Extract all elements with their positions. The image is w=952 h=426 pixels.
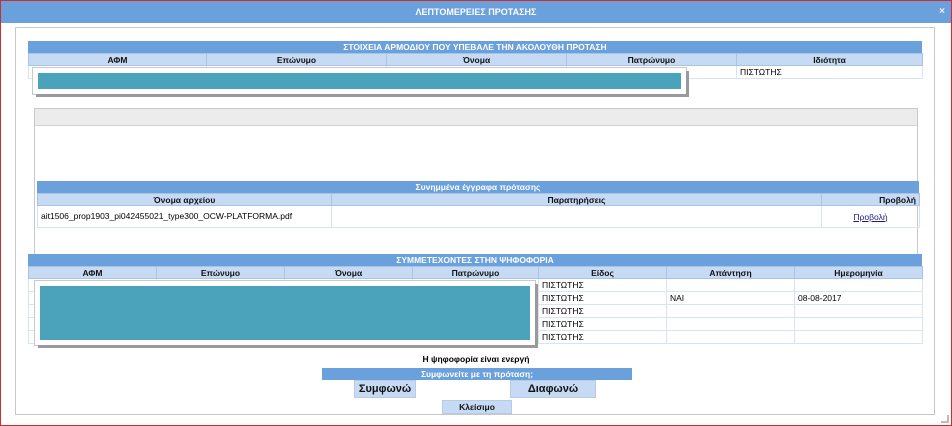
column-header-surname: Επώνυμο	[156, 266, 285, 279]
dialog-title: ΛΕΠΤΟΜΕΡΕΙΕΣ ΠΡΟΤΑΣΗΣ	[415, 7, 537, 17]
voter-type: ΠΙΣΤΩΤΗΣ	[538, 291, 667, 305]
column-header-answer: Απάντηση	[666, 266, 795, 279]
voter-answer	[666, 317, 795, 331]
column-header-afm: ΑΦΜ	[28, 53, 207, 66]
column-header-father-name: Πατρώνυμο	[566, 53, 737, 66]
column-header-father-name: Πατρώνυμο	[412, 266, 539, 279]
redacted-submitter-overlay	[33, 68, 686, 94]
column-header-filename: Όνομα αρχείου	[37, 193, 332, 206]
submitter-role-cell: ΠΙΣΤΩΤΗΣ	[736, 65, 923, 79]
resize-grip-icon[interactable]	[941, 415, 949, 423]
column-header-type: Είδος	[538, 266, 667, 279]
voter-type: ΠΙΣΤΩΤΗΣ	[538, 278, 667, 292]
redacted-voters-overlay	[35, 281, 535, 345]
column-header-name: Όνομα	[386, 53, 567, 66]
column-header-name: Όνομα	[284, 266, 413, 279]
voting-status-text: Η ψηφοφορία είναι ενεργή	[422, 354, 530, 364]
column-header-date: Ημερομηνία	[794, 266, 923, 279]
view-attachment-link[interactable]: Προβολή	[853, 212, 887, 222]
column-header-view: Προβολή	[821, 193, 920, 206]
attachment-notes	[331, 205, 822, 228]
attachments-table: Όνομα αρχείου Παρατηρήσεις Προβολή ait15…	[37, 193, 920, 228]
voters-header-row: ΑΦΜ Επώνυμο Όνομα Πατρώνυμο Είδος Απάντη…	[28, 266, 923, 279]
voter-answer	[666, 304, 795, 318]
dialog-titlebar: ΛΕΠΤΟΜΕΡΕΙΕΣ ΠΡΟΤΑΣΗΣ ×	[1, 1, 951, 23]
voter-answer: ΝΑΙ	[666, 291, 795, 305]
column-header-role: Ιδιότητα	[736, 53, 923, 66]
column-header-notes: Παρατηρήσεις	[331, 193, 822, 206]
proposal-details-dialog: ΛΕΠΤΟΜΕΡΕΙΕΣ ΠΡΟΤΑΣΗΣ × ΣΤΟΙΧΕΙΑ ΑΡΜΟΔΙΟ…	[0, 0, 952, 426]
voters-section-header: ΣΥΜΜΕΤΕΧΟΝΤΕΣ ΣΤΗΝ ΨΗΦΟΦΟΡΙΑ	[28, 254, 922, 266]
submitter-section-header: ΣΤΟΙΧΕΙΑ ΑΡΜΟΔΙΟΥ ΠΟΥ ΥΠΕΒΑΛΕ ΤΗΝ ΑΚΟΛΟΥ…	[28, 41, 922, 53]
voter-type: ΠΙΣΤΩΤΗΣ	[538, 330, 667, 344]
column-header-afm: ΑΦΜ	[28, 266, 157, 279]
proposal-body-panel: Συνημμένα έγγραφα πρότασης Όνομα αρχείου…	[34, 108, 920, 276]
voter-date	[794, 304, 923, 318]
voter-answer	[666, 278, 795, 292]
voter-date	[794, 278, 923, 292]
voting-question: Συμφωνείτε με τη πρόταση;	[322, 368, 632, 380]
voter-date: 08-08-2017	[794, 291, 923, 305]
panel-toolbar	[35, 109, 917, 126]
voter-type: ΠΙΣΤΩΤΗΣ	[538, 304, 667, 318]
close-icon[interactable]: ×	[939, 1, 945, 23]
attachments-header-row: Όνομα αρχείου Παρατηρήσεις Προβολή	[37, 193, 920, 206]
column-header-surname: Επώνυμο	[206, 53, 387, 66]
voter-type: ΠΙΣΤΩΤΗΣ	[538, 317, 667, 331]
voter-answer	[666, 330, 795, 344]
submitter-table-header-row: ΑΦΜ Επώνυμο Όνομα Πατρώνυμο Ιδιότητα	[28, 53, 923, 66]
attachments-section-header: Συνημμένα έγγραφα πρότασης	[37, 181, 919, 193]
voter-date	[794, 330, 923, 344]
table-row: ait1506_prop1903_pi042455021_type300_OCW…	[37, 205, 920, 228]
voter-date	[794, 317, 923, 331]
attachment-filename: ait1506_prop1903_pi042455021_type300_OCW…	[37, 205, 332, 228]
agree-button[interactable]: Συμφωνώ	[354, 380, 416, 398]
disagree-button[interactable]: Διαφωνώ	[510, 380, 596, 398]
close-button[interactable]: Κλείσιμο	[442, 400, 512, 414]
dialog-content-frame: ΣΤΟΙΧΕΙΑ ΑΡΜΟΔΙΟΥ ΠΟΥ ΥΠΕΒΑΛΕ ΤΗΝ ΑΚΟΛΟΥ…	[15, 27, 935, 415]
